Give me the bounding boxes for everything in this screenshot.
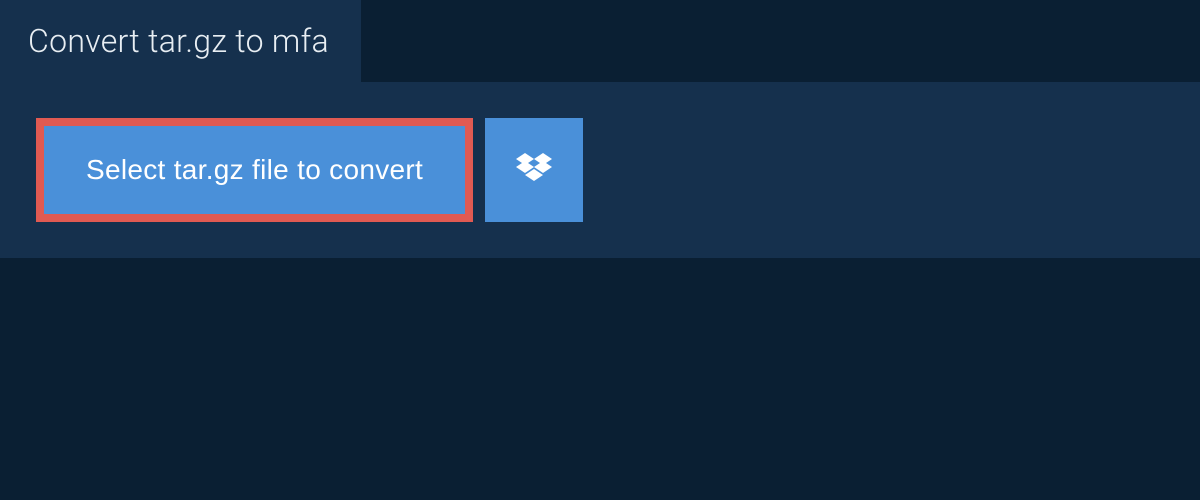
dropbox-icon: [516, 153, 552, 188]
button-row: Select tar.gz file to convert: [36, 118, 1164, 222]
select-file-button[interactable]: Select tar.gz file to convert: [36, 118, 473, 222]
page-title: Convert tar.gz to mfa: [28, 22, 329, 60]
header-tab: Convert tar.gz to mfa: [0, 0, 361, 82]
select-file-label: Select tar.gz file to convert: [86, 154, 423, 186]
content-panel: Select tar.gz file to convert: [0, 82, 1200, 258]
dropbox-button[interactable]: [485, 118, 583, 222]
